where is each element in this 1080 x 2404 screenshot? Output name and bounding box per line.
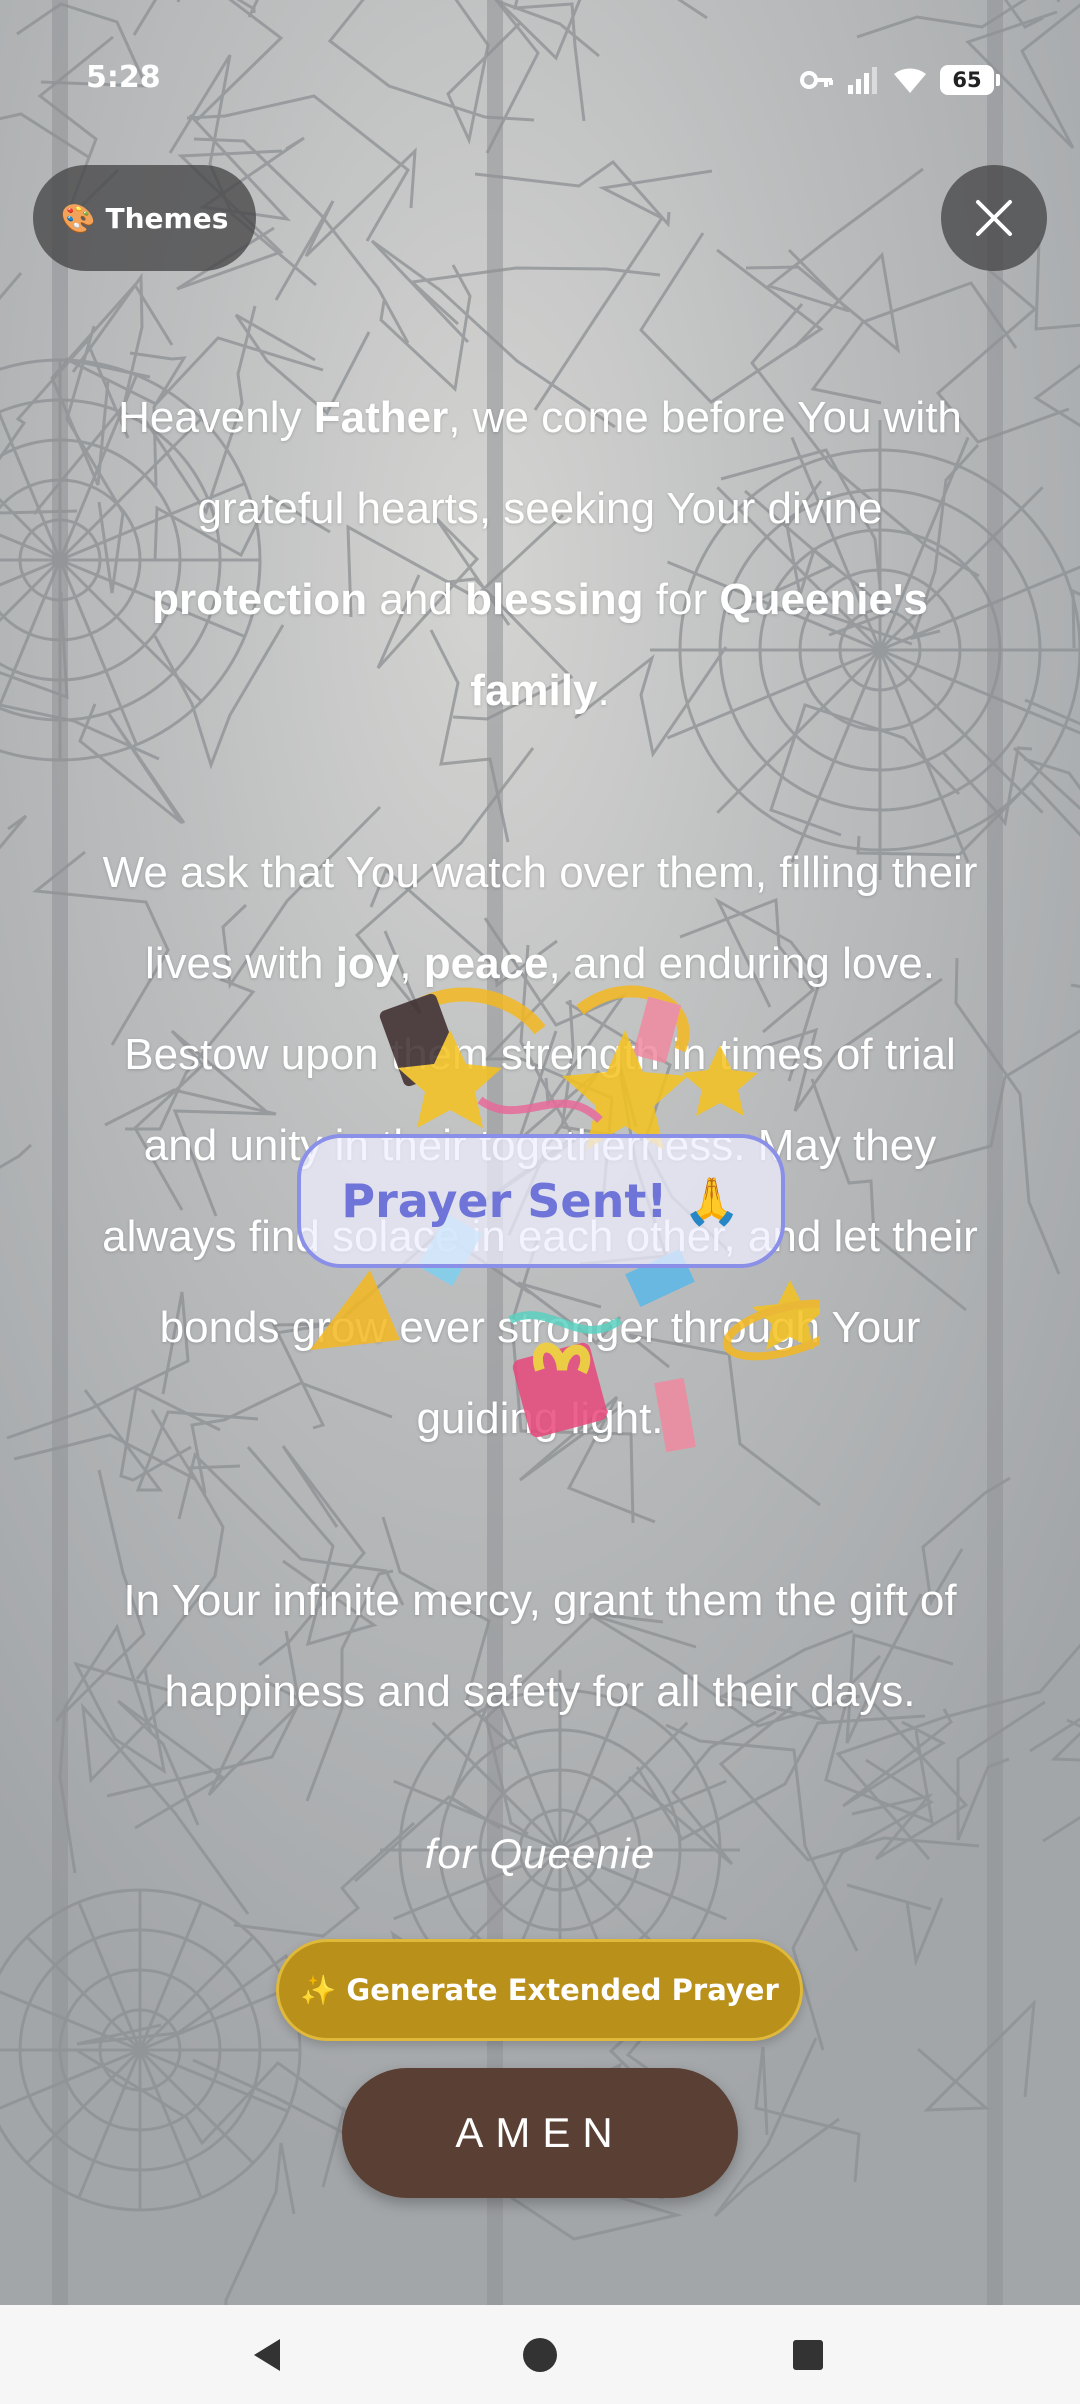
status-time: 5:28: [86, 60, 161, 95]
recents-square-icon: [793, 2340, 823, 2370]
prayer-paragraph: Heavenly Father, we come before You with…: [90, 372, 990, 736]
themes-button[interactable]: 🎨 Themes: [33, 165, 256, 271]
screen: 5:28 65 🎨 Themes Heavenly Father, we com…: [0, 0, 1080, 2404]
home-circle-icon: [523, 2338, 557, 2372]
amen-button[interactable]: AMEN: [342, 2068, 738, 2198]
prayer-emphasis: Father: [313, 393, 449, 442]
generate-extended-prayer-button[interactable]: ✨ Generate Extended Prayer: [276, 1939, 803, 2041]
prayer-emphasis: blessing: [465, 575, 644, 624]
prayer-segment: and: [367, 575, 466, 624]
confetti-piece-icon: [654, 1377, 696, 1453]
confetti-streamer-icon: [508, 1311, 623, 1334]
prayer-segment: .: [597, 666, 610, 715]
wifi-icon: [894, 68, 926, 93]
confetti-streamer-icon: [477, 1096, 603, 1123]
party-popper-icon: [310, 1270, 400, 1350]
prayer-paragraph: In Your infinite mercy, grant them the g…: [90, 1555, 990, 1737]
prayer-segment: In Your infinite mercy, grant them the g…: [123, 1576, 957, 1716]
dedication-line: for Queenie: [424, 1830, 656, 1877]
confetti-piece-icon: [632, 996, 682, 1064]
status-icons: 65: [800, 62, 1000, 98]
prayer-segment: for: [643, 575, 720, 624]
navigation-bar: [0, 2305, 1080, 2404]
themes-label: Themes: [105, 201, 229, 235]
battery-level: 65: [952, 68, 982, 92]
back-triangle-icon: [254, 2339, 280, 2371]
status-bar: 5:28 65: [0, 0, 1080, 160]
close-button[interactable]: [941, 165, 1047, 271]
prayer-segment: Heavenly: [118, 393, 314, 442]
palette-icon: 🎨: [60, 201, 96, 235]
close-icon: [976, 200, 1012, 236]
nav-recents-button[interactable]: [780, 2327, 836, 2383]
prayer-emphasis: protection: [152, 575, 368, 624]
vpn-key-icon: [800, 71, 833, 89]
prayer-sent-toast: Prayer Sent! 🙏: [297, 1134, 785, 1268]
battery-icon: 65: [940, 65, 1000, 95]
nav-back-button[interactable]: [240, 2327, 296, 2383]
signal-icon: [848, 67, 877, 94]
star-icon: [682, 1045, 758, 1116]
nav-home-button[interactable]: [512, 2327, 568, 2383]
